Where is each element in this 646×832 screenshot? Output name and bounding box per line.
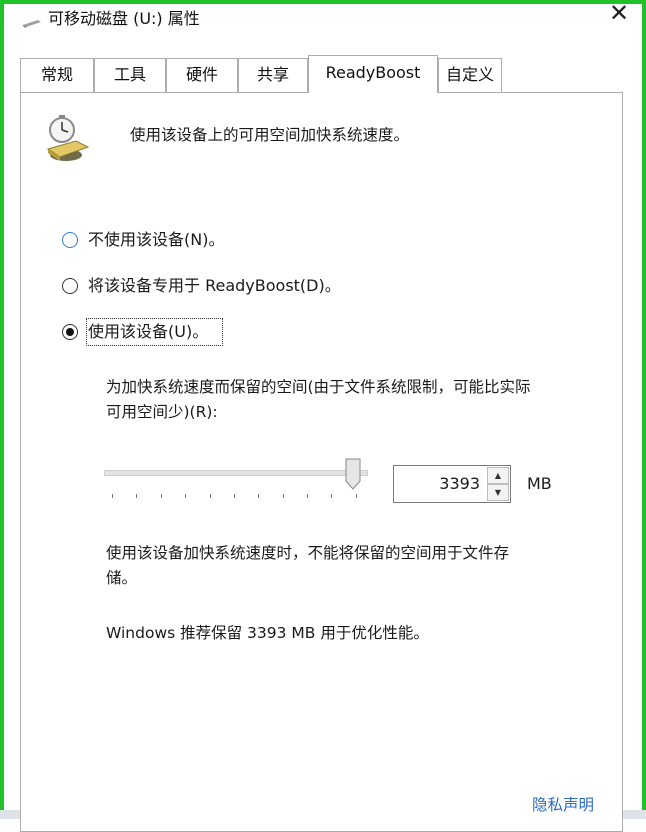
tab-tools[interactable]: 工具 [94, 58, 166, 92]
slider-tick [331, 494, 333, 498]
readyboost-icon [46, 115, 90, 161]
privacy-statement-link[interactable]: 隐私声明 [532, 795, 594, 815]
reserve-space-slider[interactable] [104, 456, 368, 506]
tab-readyboost[interactable]: ReadyBoost [308, 55, 438, 93]
slider-tick [355, 494, 357, 498]
close-button[interactable]: ✕ [602, 0, 636, 28]
slider-tick [233, 494, 235, 498]
radio-label: 将该设备专用于 ReadyBoost(D)。 [88, 276, 341, 295]
warning-text-line: 使用该设备加快系统速度时，不能将保留的空间用于文件存 [106, 544, 510, 562]
warning-text: 使用该设备加快系统速度时，不能将保留的空间用于文件存 储。 [106, 541, 606, 591]
unit-label: MB [527, 474, 552, 493]
tab-sharing[interactable]: 共享 [238, 58, 308, 92]
slider-tick [258, 494, 260, 498]
reserve-space-label: 为加快系统速度而保留的空间(由于文件系统限制，可能比实际 可用空间少)(R): [106, 375, 606, 425]
warning-text-line: 储。 [106, 569, 138, 587]
slider-tick [112, 494, 113, 498]
reserve-space-label-line: 可用空间少)(R): [106, 403, 218, 421]
slider-tick [185, 494, 187, 498]
removable-drive-icon [23, 20, 41, 28]
reserve-space-label-line: 为加快系统速度而保留的空间(由于文件系统限制，可能比实际 [106, 378, 531, 396]
tab-hardware[interactable]: 硬件 [166, 58, 238, 92]
radio-button[interactable] [62, 278, 78, 294]
radio-button[interactable] [62, 232, 78, 248]
slider-tick [307, 494, 309, 498]
spin-up-button[interactable]: ▲ [487, 467, 509, 484]
radio-label: 不使用该设备(N)。 [88, 230, 225, 249]
slider-tick [209, 494, 211, 498]
window-title: 可移动磁盘 (U:) 属性 [48, 9, 200, 28]
slider-track[interactable] [104, 470, 368, 476]
tab-customize[interactable]: 自定义 [438, 58, 502, 92]
title-bar: 可移动磁盘 (U:) 属性 ✕ [4, 0, 642, 40]
radio-label: 使用该设备(U)。 [88, 322, 209, 341]
tab-general[interactable]: 常规 [20, 58, 94, 92]
recommendation-text: Windows 推荐保留 3393 MB 用于优化性能。 [106, 624, 429, 642]
slider-thumb[interactable] [345, 458, 361, 490]
slider-tick [282, 494, 284, 498]
readyboost-description: 使用该设备上的可用空间加快系统速度。 [130, 126, 410, 144]
slider-tick [136, 494, 138, 498]
slider-tick [160, 494, 162, 498]
radio-button[interactable] [62, 324, 78, 340]
spin-down-button[interactable]: ▼ [487, 484, 509, 501]
